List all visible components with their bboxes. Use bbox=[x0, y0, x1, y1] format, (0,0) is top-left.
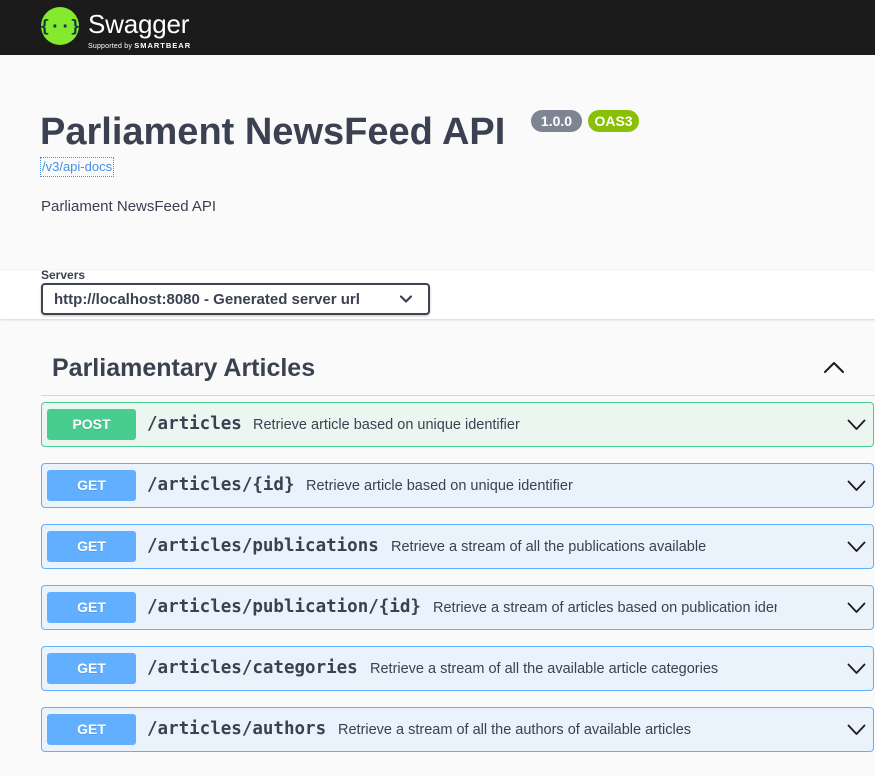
api-description: Parliament NewsFeed API bbox=[41, 198, 217, 215]
top-bar: {··} Swagger Supported by SMARTBEAR bbox=[0, 0, 875, 55]
method-badge: POST bbox=[47, 409, 136, 440]
chevron-down-icon bbox=[400, 295, 412, 303]
operation-path: /articles/categories bbox=[147, 658, 358, 678]
tagline-prefix: Supported by bbox=[88, 43, 133, 50]
oas-badge: OAS3 bbox=[588, 110, 639, 132]
tag-section-title[interactable]: Parliamentary Articles bbox=[52, 352, 315, 384]
chevron-down-icon[interactable] bbox=[847, 480, 866, 492]
chevron-down-icon[interactable] bbox=[847, 602, 866, 614]
method-badge: GET bbox=[47, 653, 136, 684]
operation-get-authors[interactable]: GET /articles/authors Retrieve a stream … bbox=[41, 707, 874, 752]
swagger-logo-icon[interactable]: {··} bbox=[41, 7, 79, 45]
method-badge: GET bbox=[47, 714, 136, 745]
operation-summary: Retrieve a stream of all the publication… bbox=[391, 539, 707, 555]
operation-summary: Retrieve a stream of all the available a… bbox=[370, 661, 719, 677]
brand-name: Swagger bbox=[88, 9, 190, 39]
operation-path: /articles/publication/{id} bbox=[147, 597, 421, 617]
method-badge: GET bbox=[47, 470, 136, 501]
servers-selected-value: http://localhost:8080 - Generated server… bbox=[54, 291, 360, 308]
operation-path: /articles/{id} bbox=[147, 475, 295, 495]
api-docs-link[interactable]: /v3/api-docs bbox=[40, 157, 115, 177]
operation-path: /articles bbox=[147, 414, 242, 434]
api-title: Parliament NewsFeed API bbox=[40, 111, 506, 153]
version-badge: 1.0.0 bbox=[531, 110, 582, 132]
brand-tagline: Supported by SMARTBEAR bbox=[88, 41, 191, 51]
operation-summary: Retrieve a stream of articles based on p… bbox=[433, 600, 777, 616]
operation-summary: Retrieve a stream of all the authors of … bbox=[338, 722, 692, 738]
servers-label: Servers bbox=[41, 268, 86, 282]
operation-summary: Retrieve article based on unique identif… bbox=[306, 478, 573, 494]
operation-summary: Retrieve article based on unique identif… bbox=[253, 417, 520, 433]
method-badge: GET bbox=[47, 531, 136, 562]
method-badge: GET bbox=[47, 592, 136, 623]
tagline-brand: SMARTBEAR bbox=[134, 41, 192, 50]
section-divider bbox=[41, 395, 875, 396]
operation-post-articles[interactable]: POST /articles Retrieve article based on… bbox=[41, 402, 874, 447]
chevron-down-icon[interactable] bbox=[847, 724, 866, 736]
svg-text:{··}: {··} bbox=[41, 17, 79, 37]
servers-select[interactable]: http://localhost:8080 - Generated server… bbox=[41, 283, 430, 315]
operation-get-categories[interactable]: GET /articles/categories Retrieve a stre… bbox=[41, 646, 874, 691]
operation-get-article-by-id[interactable]: GET /articles/{id} Retrieve article base… bbox=[41, 463, 874, 508]
operation-path: /articles/authors bbox=[147, 719, 327, 739]
operation-path: /articles/publications bbox=[147, 536, 379, 556]
chevron-down-icon[interactable] bbox=[847, 663, 866, 675]
operation-get-publication-by-id[interactable]: GET /articles/publication/{id} Retrieve … bbox=[41, 585, 874, 630]
chevron-down-icon[interactable] bbox=[847, 419, 866, 431]
chevron-down-icon[interactable] bbox=[847, 541, 866, 553]
chevron-up-icon[interactable] bbox=[822, 358, 846, 376]
operation-get-publications[interactable]: GET /articles/publications Retrieve a st… bbox=[41, 524, 874, 569]
